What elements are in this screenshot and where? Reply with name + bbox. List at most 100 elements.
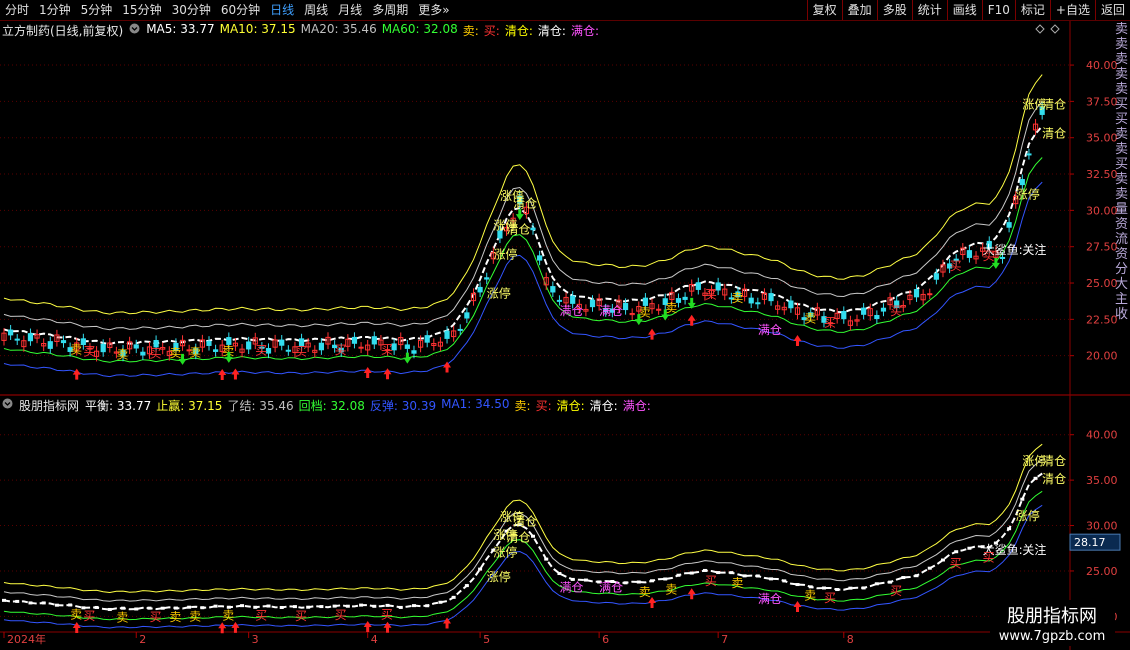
candle-body-137 <box>907 294 913 301</box>
annotation-sub-2: 涨停 <box>493 527 517 542</box>
chevron-down-icon[interactable] <box>2 398 13 412</box>
candle-body-78 <box>517 196 523 204</box>
tab-period-7[interactable]: 周线 <box>299 0 333 20</box>
tab-period-3[interactable]: 15分钟 <box>117 0 166 20</box>
main-tick-label-6: 35.00 <box>1086 132 1118 145</box>
side-label-14: 流 <box>1115 232 1129 247</box>
x-tick-label-4: 5 <box>483 633 490 646</box>
toolbar-button-6[interactable]: 标记 <box>1014 0 1050 20</box>
ma1-marker-134 <box>888 580 893 584</box>
toolbar-button-4[interactable]: 画线 <box>946 0 982 20</box>
candle-body-46 <box>305 342 311 348</box>
bs-main-18: 买 <box>950 259 962 273</box>
toolbar-button-8[interactable]: 返回 <box>1094 0 1130 20</box>
ma1-marker-72 <box>478 567 483 571</box>
tab-period-2[interactable]: 5分钟 <box>76 0 118 20</box>
tab-period-0[interactable]: 分时 <box>0 0 34 20</box>
candle-body-34 <box>226 337 232 345</box>
candle-body-9 <box>60 340 67 344</box>
candle-body-98 <box>649 303 655 310</box>
last-price-tag <box>1069 533 1121 551</box>
bs-sub-4: 卖 <box>169 610 181 624</box>
side-label-5: 买 <box>1115 97 1129 112</box>
ma1-marker-142 <box>940 558 945 562</box>
bs-main-0: 卖 <box>70 342 82 356</box>
toolbar-button-1[interactable]: 叠加 <box>841 0 877 20</box>
candle-body-19 <box>127 341 133 350</box>
tab-period-8[interactable]: 月线 <box>333 0 367 20</box>
candle-body-18 <box>120 349 126 357</box>
candle-body-111 <box>735 291 741 298</box>
tab-period-1[interactable]: 1分钟 <box>34 0 76 20</box>
chevron-down-icon[interactable] <box>129 23 140 37</box>
candle-body-154 <box>1019 179 1025 186</box>
main-tick-label-2: 25.00 <box>1086 277 1118 290</box>
bs-sub-18: 买 <box>950 556 962 570</box>
candle-body-88 <box>583 308 589 312</box>
candle-body-76 <box>503 227 510 232</box>
ma1-marker-28 <box>187 605 192 609</box>
ma1-marker-40 <box>266 604 271 608</box>
bs-sub-17: 买 <box>890 584 902 598</box>
ma1-marker-132 <box>874 582 879 586</box>
tab-period-5[interactable]: 60分钟 <box>216 0 265 20</box>
candle-body-1 <box>8 329 14 336</box>
candle-body-91 <box>603 308 609 313</box>
annotation-sub-4: 清仓 <box>513 515 537 529</box>
bs-sub-0: 卖 <box>70 608 82 622</box>
bs-main-17: 买 <box>890 304 902 318</box>
tab-period-4[interactable]: 30分钟 <box>167 0 216 20</box>
candle-body-80 <box>530 227 536 231</box>
annotation-main-6: 涨停 <box>1016 187 1040 202</box>
candle-body-21 <box>140 351 146 356</box>
toolbar-button-0[interactable]: 复权 <box>806 0 842 20</box>
candle-body-135 <box>894 300 900 308</box>
tab-period-10[interactable]: 更多» <box>413 0 454 20</box>
annotation-main-10: 满仓 <box>559 304 583 318</box>
bs-sub-10: 买 <box>381 608 393 622</box>
candle-body-102 <box>675 298 682 303</box>
annotation-sub-13: 大鲨鱼: <box>983 543 1023 557</box>
candle-body-38 <box>252 337 258 345</box>
side-label-6: 买 <box>1115 112 1129 127</box>
up-arrow-sub-2 <box>231 621 240 633</box>
candle-body-125 <box>827 322 834 325</box>
bs-main-19: 买 <box>983 249 995 263</box>
annotation-sub-12: 满仓 <box>758 592 782 606</box>
tab-period-9[interactable]: 多周期 <box>367 0 413 20</box>
candle-body-55 <box>365 344 371 351</box>
candle-body-110 <box>728 297 734 300</box>
main-legend-item-6: 清仓: <box>504 23 533 38</box>
sub-legend-item-0: 平衡: 33.77 <box>85 398 152 413</box>
down-arrow-5 <box>661 309 670 321</box>
candle-body-108 <box>715 282 721 291</box>
ma1-marker-84 <box>557 572 562 576</box>
ma1-marker-4 <box>28 601 33 605</box>
signal-annotations: 涨停涨停涨停涨停涨停涨停涨停涨停清仓清仓清仓清仓涨停涨停涨停涨停清仓清仓清仓清仓… <box>70 97 1066 634</box>
candle-body-26 <box>173 342 179 352</box>
ma1-marker-70 <box>464 584 469 588</box>
side-label-4: 卖 <box>1115 82 1129 97</box>
annotation-sub-5: 清仓 <box>507 531 531 545</box>
candle-body-83 <box>550 286 556 293</box>
candle-body-64 <box>424 335 430 343</box>
toolbar-button-3[interactable]: 统计 <box>911 0 947 20</box>
watermark-url: www.7gpzb.com <box>999 629 1106 644</box>
toolbar-button-7[interactable]: +自选 <box>1049 0 1095 20</box>
toolbar-button-2[interactable]: 多股 <box>876 0 912 20</box>
candle-body-36 <box>239 348 245 353</box>
bs-main-9: 买 <box>335 343 347 357</box>
up-arrow-0 <box>72 368 81 380</box>
toolbar-button-5[interactable]: F10 <box>981 0 1015 20</box>
sub-legend-item-8: 清仓: <box>556 398 585 413</box>
candle-body-89 <box>589 299 596 308</box>
candle-body-112 <box>742 288 748 297</box>
candle-body-14 <box>93 350 100 357</box>
tab-period-6[interactable]: 日线 <box>265 0 299 20</box>
candle-body-25 <box>166 350 172 357</box>
candle-body-133 <box>880 307 887 312</box>
candle-body-0 <box>1 332 7 341</box>
candle-body-57 <box>378 339 384 346</box>
candle-body-68 <box>451 330 457 338</box>
ma1-marker-152 <box>1007 527 1012 531</box>
